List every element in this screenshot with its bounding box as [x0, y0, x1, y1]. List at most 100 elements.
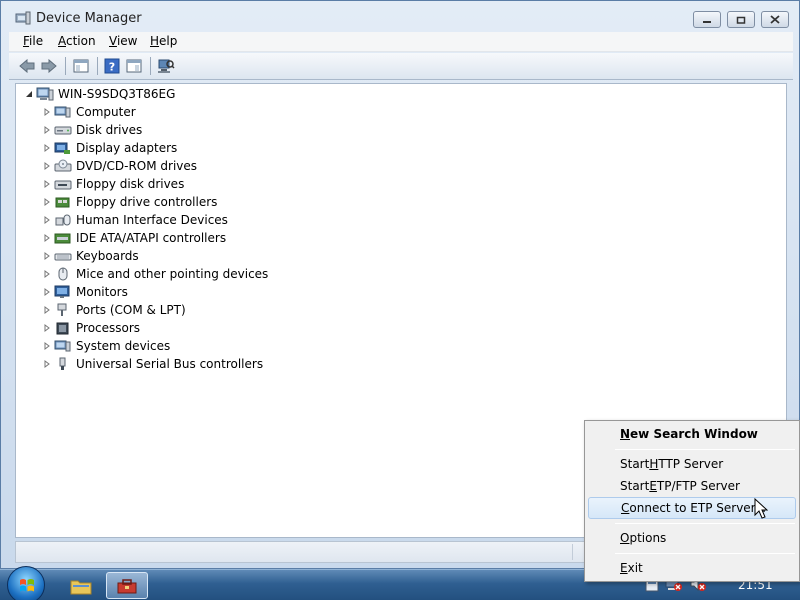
- expand-arrow-icon[interactable]: [42, 341, 52, 351]
- processor-icon: [54, 321, 72, 335]
- tree-root-label: WIN-S9SDQ3T86EG: [58, 87, 176, 101]
- maximize-icon: [736, 16, 746, 24]
- tree-item-label: Floppy disk drives: [76, 177, 185, 191]
- tree-item-human-interface-devices[interactable]: Human Interface Devices: [42, 211, 228, 229]
- status-cell: [572, 544, 584, 560]
- ide-controller-icon: [54, 231, 72, 245]
- tree-item-monitors[interactable]: Monitors: [42, 283, 128, 301]
- tree-item-system-devices[interactable]: System devices: [42, 337, 170, 355]
- tree-root[interactable]: WIN-S9SDQ3T86EG: [24, 85, 175, 103]
- computer-icon: [54, 105, 72, 119]
- folder-icon: [70, 580, 92, 594]
- maximize-button[interactable]: [727, 11, 755, 28]
- expand-arrow-icon[interactable]: [42, 161, 52, 171]
- taskbar-explorer-button[interactable]: [60, 572, 102, 599]
- tree-item-label: Human Interface Devices: [76, 213, 228, 227]
- tree-item-computer[interactable]: Computer: [42, 103, 136, 121]
- dvd-drive-icon: [54, 159, 72, 173]
- tree-item-disk-drives[interactable]: Disk drives: [42, 121, 142, 139]
- device-manager-icon: [15, 11, 31, 25]
- tree-item-label: DVD/CD-ROM drives: [76, 159, 198, 173]
- menu-action[interactable]: Action: [58, 34, 96, 48]
- expand-arrow-icon[interactable]: [42, 305, 52, 315]
- ctx-exit[interactable]: Exit: [588, 557, 796, 579]
- back-button[interactable]: [17, 57, 37, 75]
- help-button[interactable]: ?: [102, 57, 122, 75]
- close-icon: [770, 15, 780, 24]
- port-icon: [54, 303, 72, 317]
- help-icon: ?: [104, 58, 120, 74]
- tree-item-display-adapters[interactable]: Display adapters: [42, 139, 177, 157]
- tree-item-ports-com-lpt[interactable]: Ports (COM & LPT): [42, 301, 186, 319]
- title-bar[interactable]: Device Manager: [1, 1, 799, 33]
- taskbar-device-manager-button[interactable]: [106, 572, 148, 599]
- close-button[interactable]: [761, 11, 789, 28]
- expand-arrow-icon[interactable]: [42, 197, 52, 207]
- toolbox-icon: [117, 578, 137, 593]
- expand-arrow-icon[interactable]: [42, 251, 52, 261]
- monitor-icon: [54, 285, 72, 299]
- menu-separator: [615, 449, 795, 450]
- action-pane-button[interactable]: [124, 57, 144, 75]
- tree-item-label: Processors: [76, 321, 141, 335]
- start-button[interactable]: [7, 566, 45, 600]
- ctx-start-http-server[interactable]: Start H TTP Server: [588, 453, 796, 475]
- ctx-options[interactable]: Options: [588, 527, 796, 549]
- collapse-arrow-icon[interactable]: [24, 89, 34, 99]
- mouse-cursor-icon: [754, 498, 768, 519]
- expand-arrow-icon[interactable]: [42, 287, 52, 297]
- tree-item-label: Disk drives: [76, 123, 143, 137]
- show-hide-console-tree-button[interactable]: [71, 57, 91, 75]
- keyboard-icon: [54, 249, 72, 263]
- minimize-button[interactable]: [693, 11, 721, 28]
- tree-item-label: System devices: [76, 339, 171, 353]
- hid-icon: [54, 213, 72, 227]
- menu-bar: File Action View Help: [9, 32, 793, 52]
- tree-item-ide-ata-atapi-controllers[interactable]: IDE ATA/ATAPI controllers: [42, 229, 226, 247]
- system-device-icon: [54, 339, 72, 353]
- toolbar-separator: [65, 57, 66, 75]
- menu-separator: [615, 553, 795, 554]
- tree-item-floppy-drive-controllers[interactable]: Floppy drive controllers: [42, 193, 217, 211]
- tree-item-label: IDE ATA/ATAPI controllers: [76, 231, 227, 245]
- expand-arrow-icon[interactable]: [42, 233, 52, 243]
- expand-arrow-icon[interactable]: [42, 269, 52, 279]
- tree-item-label: Universal Serial Bus controllers: [76, 357, 264, 371]
- tree-item-label: Mice and other pointing devices: [76, 267, 269, 281]
- tree-item-keyboards[interactable]: Keyboards: [42, 247, 139, 265]
- floppy-disk-icon: [54, 177, 72, 191]
- tree-item-label: Display adapters: [76, 141, 178, 155]
- expand-arrow-icon[interactable]: [42, 107, 52, 117]
- menu-file[interactable]: File: [23, 34, 43, 48]
- expand-arrow-icon[interactable]: [42, 359, 52, 369]
- ctx-new-search-window[interactable]: New Search Window: [588, 423, 796, 445]
- mouse-icon: [54, 267, 72, 281]
- tree-item-label: Keyboards: [76, 249, 139, 263]
- usb-icon: [54, 357, 72, 371]
- forward-icon: [41, 59, 57, 73]
- toolbar-separator: [97, 57, 98, 75]
- menu-separator: [615, 523, 795, 524]
- window-title: Device Manager: [36, 11, 142, 26]
- scan-hardware-button[interactable]: [156, 57, 176, 75]
- expand-arrow-icon[interactable]: [42, 179, 52, 189]
- display-adapter-icon: [54, 141, 72, 155]
- expand-arrow-icon[interactable]: [42, 143, 52, 153]
- expand-arrow-icon[interactable]: [42, 323, 52, 333]
- tree-item-label: Floppy drive controllers: [76, 195, 218, 209]
- tree-item-label: Monitors: [76, 285, 128, 299]
- tree-item-mice-and-other-pointing-devices[interactable]: Mice and other pointing devices: [42, 265, 268, 283]
- ctx-start-etp-ftp-server[interactable]: Start E TP/FTP Server: [588, 475, 796, 497]
- disk-drive-icon: [54, 123, 72, 137]
- tree-item-universal-serial-bus-controllers[interactable]: Universal Serial Bus controllers: [42, 355, 263, 373]
- tree-item-floppy-disk-drives[interactable]: Floppy disk drives: [42, 175, 184, 193]
- tree-item-dvd-cd-rom-drives[interactable]: DVD/CD-ROM drives: [42, 157, 197, 175]
- expand-arrow-icon[interactable]: [42, 125, 52, 135]
- expand-arrow-icon[interactable]: [42, 215, 52, 225]
- forward-button[interactable]: [39, 57, 59, 75]
- menu-help[interactable]: Help: [150, 34, 177, 48]
- toolbar: ?: [9, 53, 793, 80]
- tree-item-processors[interactable]: Processors: [42, 319, 140, 337]
- floppy-controller-icon: [54, 195, 72, 209]
- menu-view[interactable]: View: [109, 34, 137, 48]
